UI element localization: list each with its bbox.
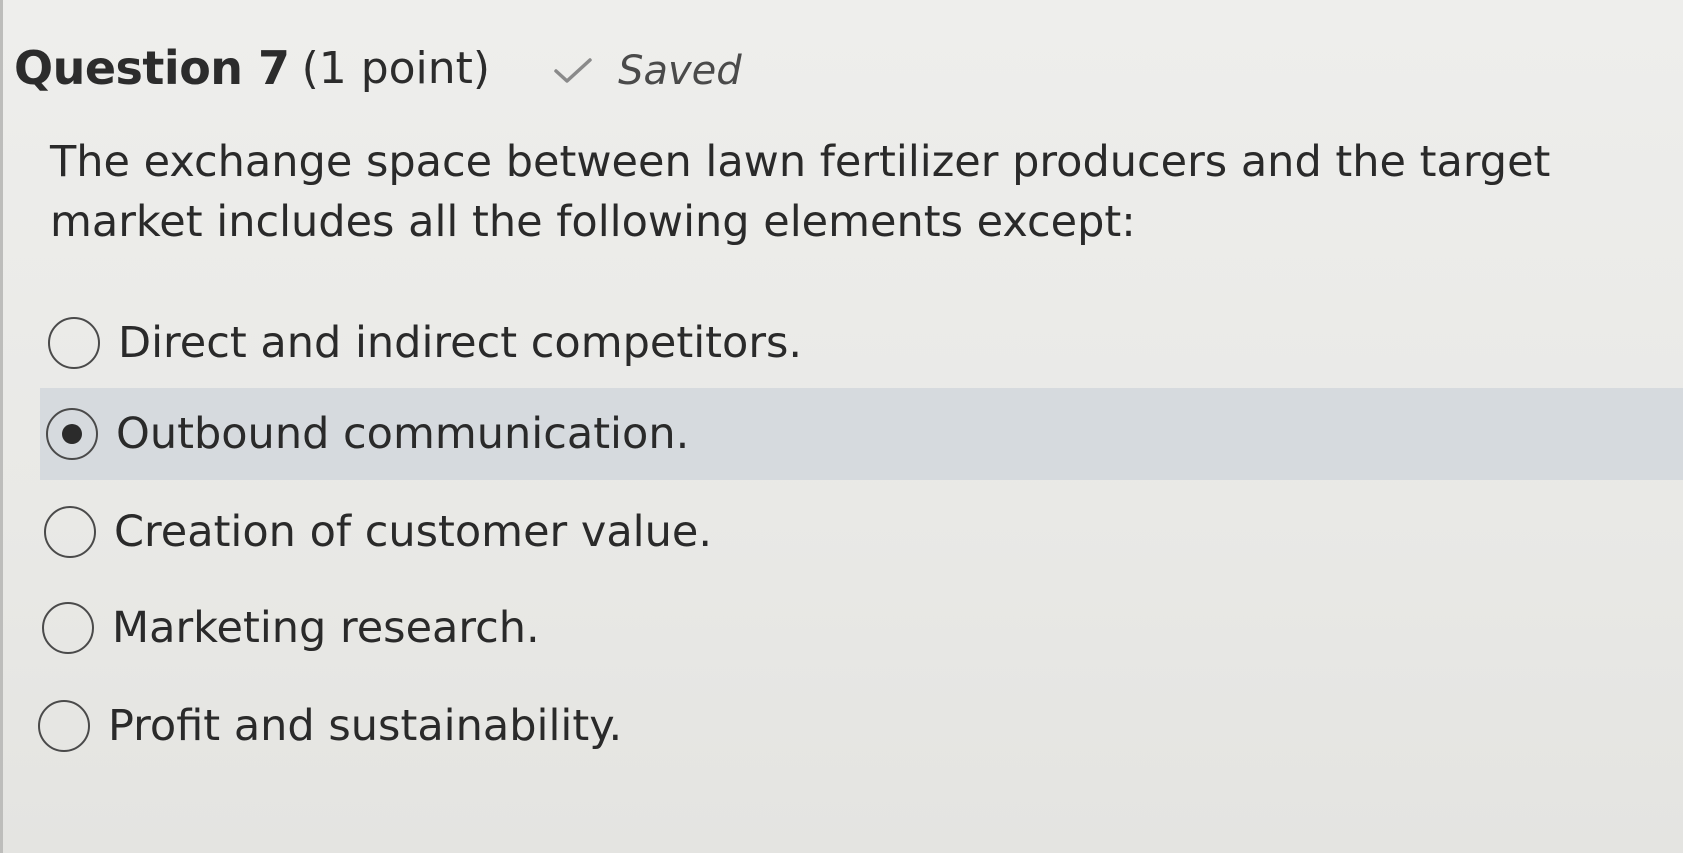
answer-options: Direct and indirect competitors. Outboun… [0,0,1683,853]
option-marketing-research[interactable]: Marketing research. [42,582,1142,674]
radio-icon[interactable] [48,317,100,369]
option-label: Profit and sustainability. [108,701,623,751]
radio-icon[interactable] [42,602,94,654]
radio-icon[interactable] [44,506,96,558]
option-label: Marketing research. [112,603,540,653]
radio-selected-dot [62,424,82,444]
option-direct-competitors[interactable]: Direct and indirect competitors. [48,297,1148,389]
option-label: Creation of customer value. [114,507,712,557]
option-profit-sustainability[interactable]: Profit and sustainability. [38,680,1138,772]
option-outbound-communication[interactable]: Outbound communication. [40,388,1683,480]
quiz-page: Question 7 (1 point) Saved The exchange … [0,0,1683,853]
option-label: Outbound communication. [116,409,690,459]
radio-icon[interactable] [46,408,98,460]
option-customer-value[interactable]: Creation of customer value. [44,486,1144,578]
option-label: Direct and indirect competitors. [118,318,803,368]
radio-icon[interactable] [38,700,90,752]
